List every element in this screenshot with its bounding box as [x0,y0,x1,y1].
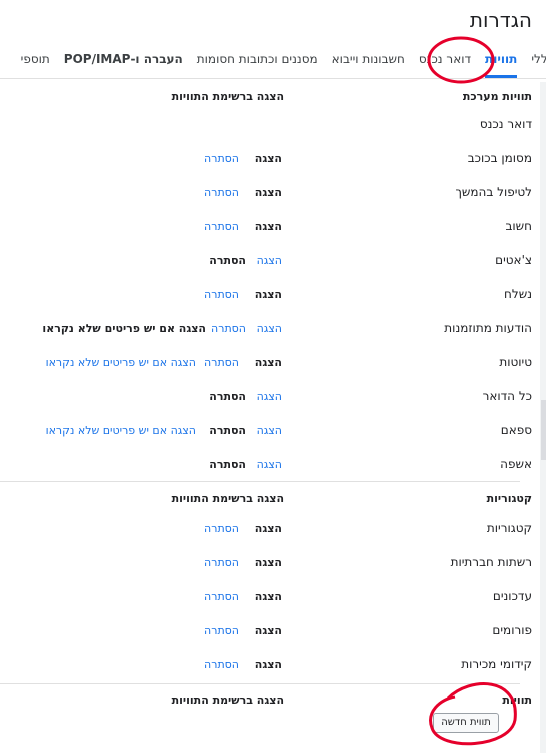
tab-filters[interactable]: מסננים וכתובות חסומות [197,42,318,78]
system-labels-column-header: הצגה ברשימת התוויות [171,90,284,103]
categories-show: הצגה [254,522,282,535]
chats-hide: הסתרה [209,254,246,267]
tab-accounts[interactable]: חשבונות וייבוא [332,42,405,78]
scrollbar[interactable] [541,400,546,460]
tab-inbox[interactable]: דואר נכנס [419,42,471,78]
label-chats: צ'אטים [495,253,532,267]
label-snoozed: לטיפול בהמשך [455,185,532,199]
settings-page: הגדרות כללי תוויות דואר נכנס חשבונות ויי… [0,0,546,753]
section-divider [0,683,520,684]
label-trash: אשפה [500,457,532,471]
new-label-button[interactable]: תווית חדשה [433,713,499,733]
all-mail-show-link[interactable]: הצגה [257,390,282,403]
label-forums: פורומים [492,623,532,637]
updates-hide-link[interactable]: הסתרה [204,590,239,603]
social-hide-link[interactable]: הסתרה [204,556,239,569]
label-promotions: קידומי מכירות [461,657,532,671]
important-hide-link[interactable]: הסתרה [204,220,239,233]
tab-addons[interactable]: תוספי [21,42,50,78]
trash-hide: הסתרה [209,458,246,471]
spam-hide: הסתרה [209,424,246,437]
promotions-show: הצגה [254,658,282,671]
forums-show: הצגה [254,624,282,637]
sent-hide-link[interactable]: הסתרה [204,288,239,301]
label-social: רשתות חברתיות [450,555,532,569]
scheduled-show-if-unread: הצגה אם יש פריטים שלא נקראו [42,322,206,335]
label-inbox: דואר נכנס [479,117,532,131]
label-updates: עדכונים [492,589,532,603]
label-all-mail: כל הדואר [482,389,532,403]
labels-header: תוויות [502,694,532,707]
drafts-show: הצגה [254,356,282,369]
updates-show: הצגה [254,590,282,603]
labels-column-header: הצגה ברשימת התוויות [171,694,284,707]
scheduled-show-link[interactable]: הצגה [257,322,282,335]
starred-hide-link[interactable]: הסתרה [204,152,239,165]
important-show: הצגה [254,220,282,233]
categories-column-header: הצגה ברשימת התוויות [171,492,284,505]
page-title: הגדרות [469,8,532,32]
tab-general[interactable]: כללי [531,42,546,78]
categories-header: קטגוריות [486,492,532,505]
label-sent: נשלח [504,287,532,301]
snoozed-hide-link[interactable]: הסתרה [204,186,239,199]
section-divider [0,481,520,482]
tab-labels[interactable]: תוויות [485,42,518,78]
label-drafts: טיוטות [499,355,532,369]
all-mail-hide: הסתרה [209,390,246,403]
label-spam: ספאם [500,423,532,437]
label-scheduled: הודעות מתוזמנות [444,321,532,335]
chats-show-link[interactable]: הצגה [257,254,282,267]
spam-show-if-unread-link[interactable]: הצגה אם יש פריטים שלא נקראו [46,424,196,437]
drafts-show-if-unread-link[interactable]: הצגה אם יש פריטים שלא נקראו [46,356,196,369]
sent-show: הצגה [254,288,282,301]
categories-hide-link[interactable]: הסתרה [204,522,239,535]
promotions-hide-link[interactable]: הסתרה [204,658,239,671]
system-labels-header: תוויות מערכת [462,90,532,103]
trash-show-link[interactable]: הצגה [257,458,282,471]
label-starred: מסומן בכוכב [467,151,532,165]
settings-tabs: כללי תוויות דואר נכנס חשבונות וייבוא מסנ… [0,42,546,79]
scheduled-hide-link[interactable]: הסתרה [211,322,246,335]
label-categories: קטגוריות [486,521,532,535]
social-show: הצגה [254,556,282,569]
label-important: חשוב [505,219,532,233]
spam-show-link[interactable]: הצגה [257,424,282,437]
snoozed-show: הצגה [254,186,282,199]
drafts-hide-link[interactable]: הסתרה [204,356,239,369]
tab-forwarding[interactable]: העברה ו-POP/IMAP [64,42,183,78]
starred-show: הצגה [254,152,282,165]
forums-hide-link[interactable]: הסתרה [204,624,239,637]
